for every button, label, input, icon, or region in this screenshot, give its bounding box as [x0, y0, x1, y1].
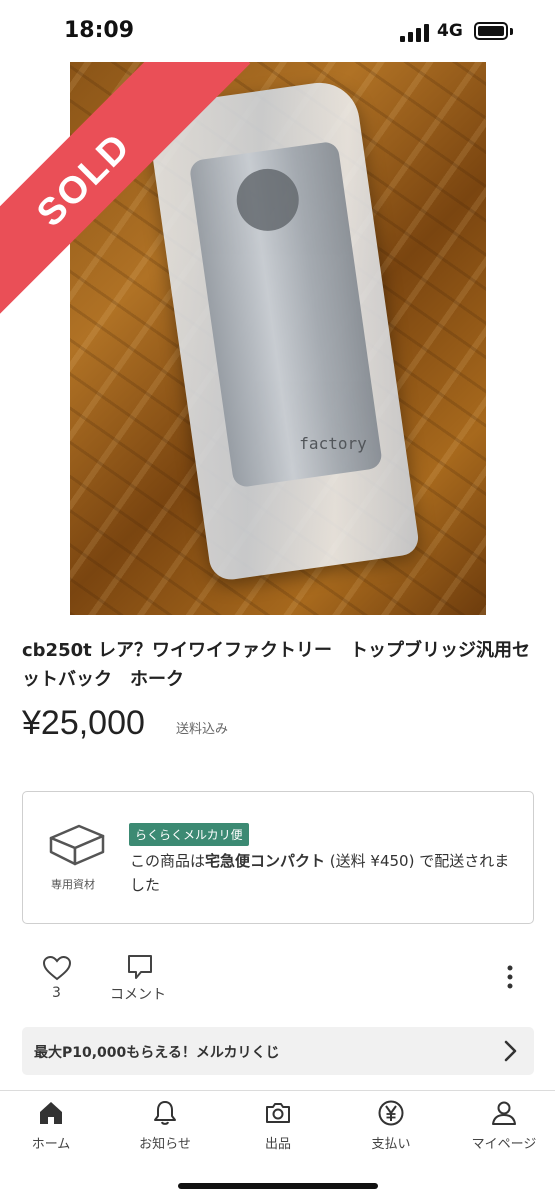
box-label: 専用資材 [51, 878, 95, 891]
tab-payment[interactable]: 支払い [341, 1099, 441, 1159]
battery-icon [474, 22, 508, 40]
like-count: 3 [52, 985, 61, 1001]
back-chevron-icon[interactable] [18, 142, 46, 170]
home-indicator [178, 1183, 378, 1189]
part-engraving: factory [299, 434, 367, 454]
product-image-area[interactable]: factory SOLD [0, 62, 555, 615]
more-options-icon[interactable] [503, 964, 517, 990]
lottery-banner[interactable]: 最大P10,000もらえる！メルカリくじ [22, 1027, 534, 1075]
status-bar: 18:09 4G [0, 0, 555, 62]
part-hole [232, 164, 303, 235]
home-icon [40, 1102, 62, 1124]
tab-mypage[interactable]: マイページ [454, 1099, 554, 1159]
network-type: 4G [437, 21, 463, 41]
signal-icon [400, 24, 430, 42]
user-icon [492, 1101, 516, 1125]
tab-label: ホーム [31, 1137, 71, 1152]
desc-method: 宅急便コンパクト [205, 852, 326, 870]
price-note: 送料込み [176, 722, 229, 737]
comment-label[interactable]: コメント [110, 984, 166, 1004]
tab-home[interactable]: ホーム [1, 1099, 101, 1159]
yen-icon [378, 1100, 404, 1126]
tab-sell[interactable]: 出品 [228, 1099, 328, 1159]
desc-prefix: この商品は [130, 852, 206, 870]
status-time: 18:09 [64, 18, 135, 43]
battery-tip [510, 28, 513, 35]
heart-icon[interactable] [42, 955, 72, 981]
top-bridge-part: factory [188, 140, 384, 489]
shipping-description: この商品は宅急便コンパクト (送料 ¥450) で配送されました [130, 849, 520, 897]
camera-icon [266, 1103, 290, 1123]
tab-label: 出品 [264, 1137, 291, 1152]
shipping-method-badge: らくらくメルカリ便 [129, 823, 249, 846]
tab-notifications[interactable]: お知らせ [115, 1099, 215, 1159]
package-box-icon [49, 824, 105, 866]
tab-label: マイページ [471, 1137, 537, 1152]
plastic-bag: factory [145, 77, 421, 583]
bell-icon [154, 1101, 176, 1125]
tab-label: 支払い [371, 1137, 411, 1152]
item-price: ¥25,000 [22, 704, 145, 742]
item-title: cb250t レア？ワイワイファクトリー トップブリッジ汎用セットバック ホーク [22, 640, 530, 690]
tab-label: お知らせ [139, 1137, 191, 1152]
comment-icon[interactable] [126, 953, 154, 981]
shipping-info-card: 専用資材 らくらくメルカリ便 この商品は宅急便コンパクト (送料 ¥450) で… [22, 791, 534, 924]
lottery-text: 最大P10,000もらえる！メルカリくじ [34, 1045, 280, 1061]
chevron-right-icon [504, 1040, 517, 1062]
